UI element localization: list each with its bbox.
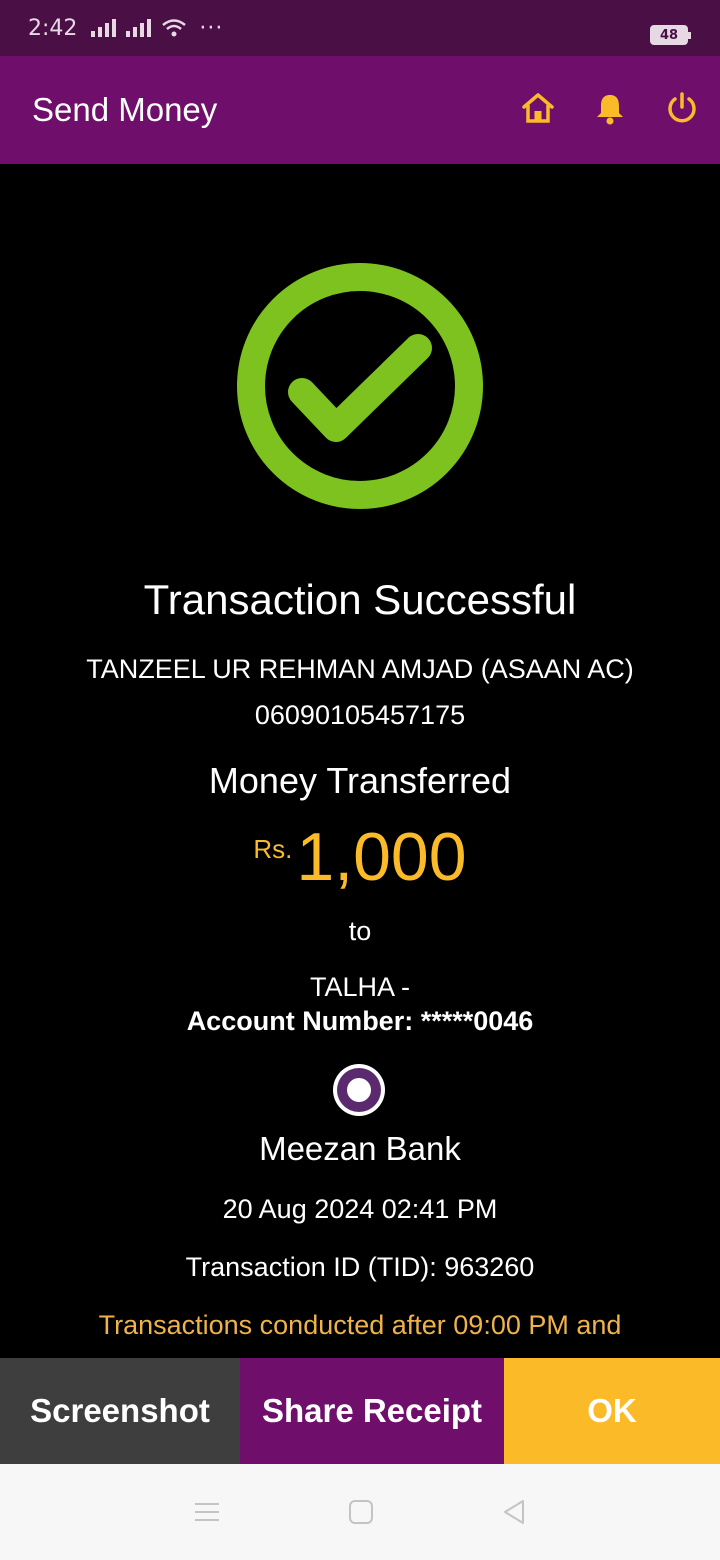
transaction-status: Transaction Successful — [143, 576, 577, 623]
receipt-content: Transaction Successful TANZEEL UR REHMAN… — [0, 164, 720, 1358]
system-nav-bar — [0, 1464, 720, 1560]
screenshot-button[interactable]: Screenshot — [0, 1358, 240, 1464]
currency-label: Rs. — [253, 834, 293, 864]
bank-logo-icon — [333, 1064, 385, 1116]
app-bar: Send Money — [0, 56, 720, 164]
action-bar: Screenshot Share Receipt OK — [0, 1358, 720, 1464]
sender-account: 06090105457175 — [254, 700, 466, 730]
home-nav-icon[interactable] — [348, 1499, 374, 1525]
battery-icon: 48 — [650, 25, 691, 45]
to-label: to — [348, 916, 372, 946]
transaction-notice: Transactions conducted after 09:00 PM an… — [98, 1310, 622, 1340]
status-time: 2:42 — [28, 15, 78, 41]
share-receipt-button[interactable]: Share Receipt — [240, 1358, 504, 1464]
amount-row: Rs. 1,000 — [0, 818, 720, 896]
menu-icon[interactable] — [193, 1500, 221, 1524]
bell-icon[interactable] — [592, 90, 628, 126]
back-icon[interactable] — [501, 1498, 527, 1526]
home-icon[interactable] — [520, 90, 556, 126]
bank-name: Meezan Bank — [259, 1130, 461, 1167]
sender-name: TANZEEL UR REHMAN AMJAD (ASAAN AC) — [86, 654, 634, 684]
transfer-amount: 1,000 — [296, 819, 467, 895]
ok-button[interactable]: OK — [504, 1358, 720, 1464]
recipient-name: TALHA - — [309, 972, 411, 1002]
success-check-icon — [237, 263, 483, 509]
transaction-datetime: 20 Aug 2024 02:41 PM — [222, 1194, 498, 1224]
money-transferred-label: Money Transferred — [208, 760, 512, 801]
page-title: Send Money — [32, 91, 218, 128]
power-icon[interactable] — [664, 90, 700, 126]
wifi-icon — [162, 19, 187, 37]
signal-icon-2 — [126, 19, 152, 37]
more-notifications-icon: ··· — [199, 15, 224, 41]
signal-icon — [91, 19, 117, 37]
transaction-id: Transaction ID (TID): 963260 — [185, 1252, 535, 1282]
recipient-account: Account Number: *****0046 — [186, 1006, 534, 1036]
status-bar: 2:42 ··· 48 — [0, 0, 720, 56]
